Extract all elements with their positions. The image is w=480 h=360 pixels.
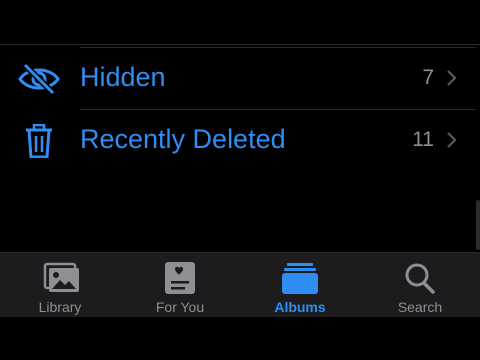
album-row-recently-deleted[interactable]: Recently Deleted 11 <box>0 110 480 172</box>
tab-label-for-you: For You <box>155 299 205 315</box>
home-indicator-area <box>0 317 480 360</box>
tab-label-search: Search <box>397 299 443 315</box>
photo-library-icon <box>43 262 79 292</box>
albums-icon <box>282 263 318 294</box>
tab-bar: Library For You Albums Search <box>0 252 480 317</box>
trash-icon <box>26 124 52 158</box>
chevron-right-icon <box>447 70 457 86</box>
tab-albums[interactable]: Albums <box>240 253 360 317</box>
eye-slash-icon <box>18 62 60 96</box>
top-divider <box>0 44 480 45</box>
album-label-recently-deleted: Recently Deleted <box>80 124 286 154</box>
album-row-hidden[interactable]: Hidden 7 <box>0 48 480 110</box>
album-label-hidden: Hidden <box>80 62 166 92</box>
tab-library[interactable]: Library <box>0 253 120 317</box>
tab-for-you[interactable]: For You <box>120 253 240 317</box>
scrollbar[interactable] <box>476 200 480 250</box>
album-count-recently-deleted: 11 <box>412 128 434 151</box>
chevron-right-icon <box>447 132 457 148</box>
tab-label-library: Library <box>38 299 82 315</box>
tab-search[interactable]: Search <box>360 253 480 317</box>
album-count-hidden: 7 <box>422 66 434 89</box>
for-you-icon <box>165 262 195 294</box>
search-icon <box>405 263 435 294</box>
tab-label-albums: Albums <box>274 299 326 315</box>
